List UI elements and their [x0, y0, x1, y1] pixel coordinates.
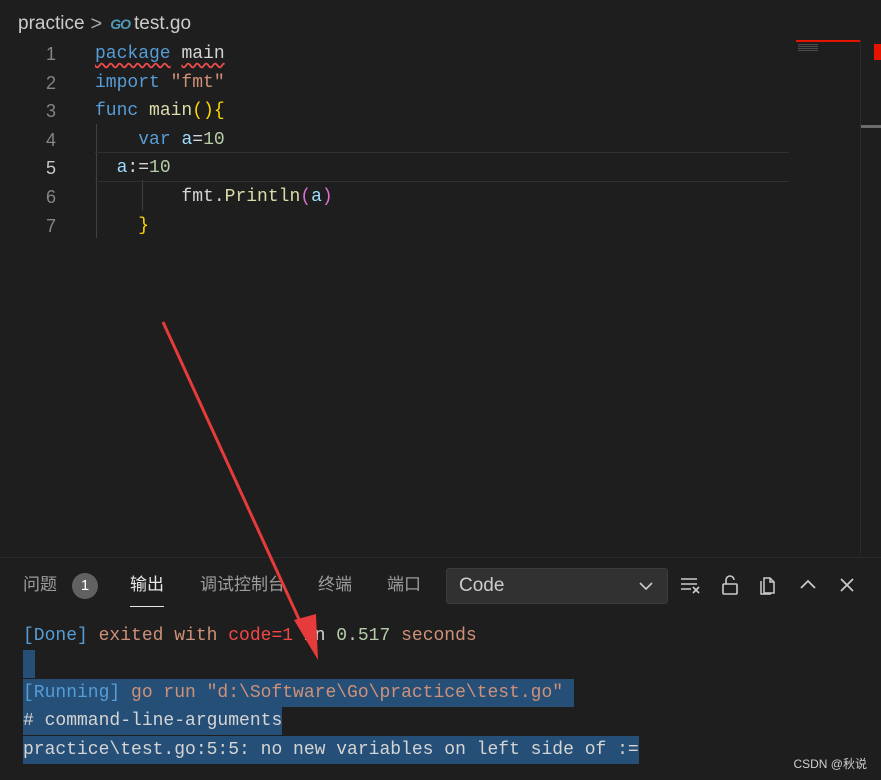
go-file-icon: GO: [110, 16, 131, 32]
elapsed-time: 0.517: [336, 626, 391, 646]
code-text: fmt.Println(a): [95, 183, 333, 211]
line-number: 7: [45, 215, 56, 236]
line-number: 1: [45, 44, 56, 64]
code-token: ): [321, 187, 333, 207]
clear-all-icon: [681, 578, 700, 594]
line-number: 6: [45, 187, 56, 207]
code-line[interactable]: 6 fmt.Println(a): [0, 183, 790, 211]
breadcrumb-file[interactable]: test.go: [134, 13, 191, 35]
running-tag: [Running]: [23, 683, 121, 703]
scrollbar-thumb[interactable]: [861, 125, 881, 128]
code-token: a: [311, 187, 322, 207]
unlock-icon: [722, 575, 738, 595]
code-text: func main(){: [95, 97, 225, 125]
line-number: 5: [45, 158, 56, 179]
code-token: fmt.: [181, 187, 225, 207]
code-text: }: [95, 212, 149, 240]
code-token: var: [138, 129, 171, 150]
tab-problems[interactable]: 问题: [23, 572, 57, 598]
tab-debug-console[interactable]: 调试控制台: [200, 572, 285, 598]
close-icon: [840, 578, 854, 592]
code-token: (){: [192, 101, 225, 122]
code-line[interactable]: 3 func main(){: [0, 97, 790, 125]
output-text: exited with: [87, 626, 229, 646]
code-line[interactable]: 2 import "fmt": [0, 69, 790, 97]
minimap[interactable]: [798, 44, 818, 52]
exit-code: code=1: [228, 626, 294, 646]
tab-ports[interactable]: 端口: [387, 572, 421, 598]
code-line[interactable]: 1 package main: [0, 40, 790, 68]
code-token: =: [192, 129, 204, 150]
chevron-right-icon: >: [90, 12, 103, 35]
chevron-down-icon: [639, 582, 653, 591]
code-editor[interactable]: 1 package main 2 import "fmt" 3 func main(){4…: [0, 40, 860, 555]
line-number: 3: [45, 101, 56, 122]
code-token: 10: [203, 129, 225, 150]
code-token: func: [95, 101, 139, 122]
error-message: practice\test.go:5:5: no new variables o…: [23, 736, 639, 764]
code-token: main: [149, 101, 193, 122]
code-token: }: [138, 215, 150, 236]
bottom-panel: 问题 1 输出 调试控制台 终端 端口 Code [Done] exited w…: [0, 557, 881, 780]
output-channel-select[interactable]: Code: [446, 568, 668, 604]
maximize-panel-button[interactable]: [795, 572, 821, 598]
scrollbar-error-marker: [874, 44, 881, 60]
output-text: in: [293, 626, 337, 646]
code-token: "fmt": [170, 72, 225, 93]
selected-empty-line: [23, 650, 35, 678]
code-token: import: [95, 72, 160, 93]
lock-scroll-button[interactable]: [717, 572, 743, 598]
panel-tabs: 问题 1 输出 调试控制台 终端 端口 Code: [0, 558, 881, 610]
code-token: package: [95, 44, 171, 64]
code-token: (: [300, 187, 312, 207]
problems-count-badge: 1: [72, 573, 98, 599]
watermark: CSDN @秋说: [793, 757, 867, 771]
editor-scrollbar-track[interactable]: [860, 40, 861, 555]
open-log-button[interactable]: [756, 572, 782, 598]
copy-file-icon: [760, 577, 775, 595]
output-channel-value: Code: [459, 575, 505, 596]
code-text: import "fmt": [95, 69, 225, 97]
code-text: var a=10: [95, 126, 225, 154]
output-text: seconds: [390, 626, 477, 646]
close-panel-button[interactable]: [834, 572, 860, 598]
tab-output[interactable]: 输出: [130, 572, 164, 607]
code-line[interactable]: 4 var a=10: [0, 126, 790, 154]
output-line: # command-line-arguments: [23, 707, 283, 735]
output-line: [Running] go run "d:\Software\Go\practic…: [23, 679, 574, 707]
output-line: [Done] exited with code=1 in 0.517 secon…: [23, 622, 477, 650]
chevron-up-icon: [800, 579, 816, 589]
code-text: package main: [95, 40, 225, 68]
line-number: 2: [45, 72, 56, 93]
run-command: go run "d:\Software\Go\practice\test.go": [120, 683, 564, 703]
breadcrumb-folder[interactable]: practice: [18, 13, 85, 35]
done-tag: [Done]: [23, 626, 88, 646]
code-line[interactable]: 7 }: [0, 212, 790, 240]
code-token: main: [181, 44, 225, 64]
code-token: Println: [224, 187, 301, 207]
code-token: a: [181, 129, 193, 150]
tab-terminal[interactable]: 终端: [318, 572, 352, 598]
current-line-highlight: [95, 152, 789, 182]
line-number: 4: [45, 129, 56, 150]
minimap-error-marker: [796, 40, 860, 42]
clear-output-button[interactable]: [678, 572, 704, 598]
